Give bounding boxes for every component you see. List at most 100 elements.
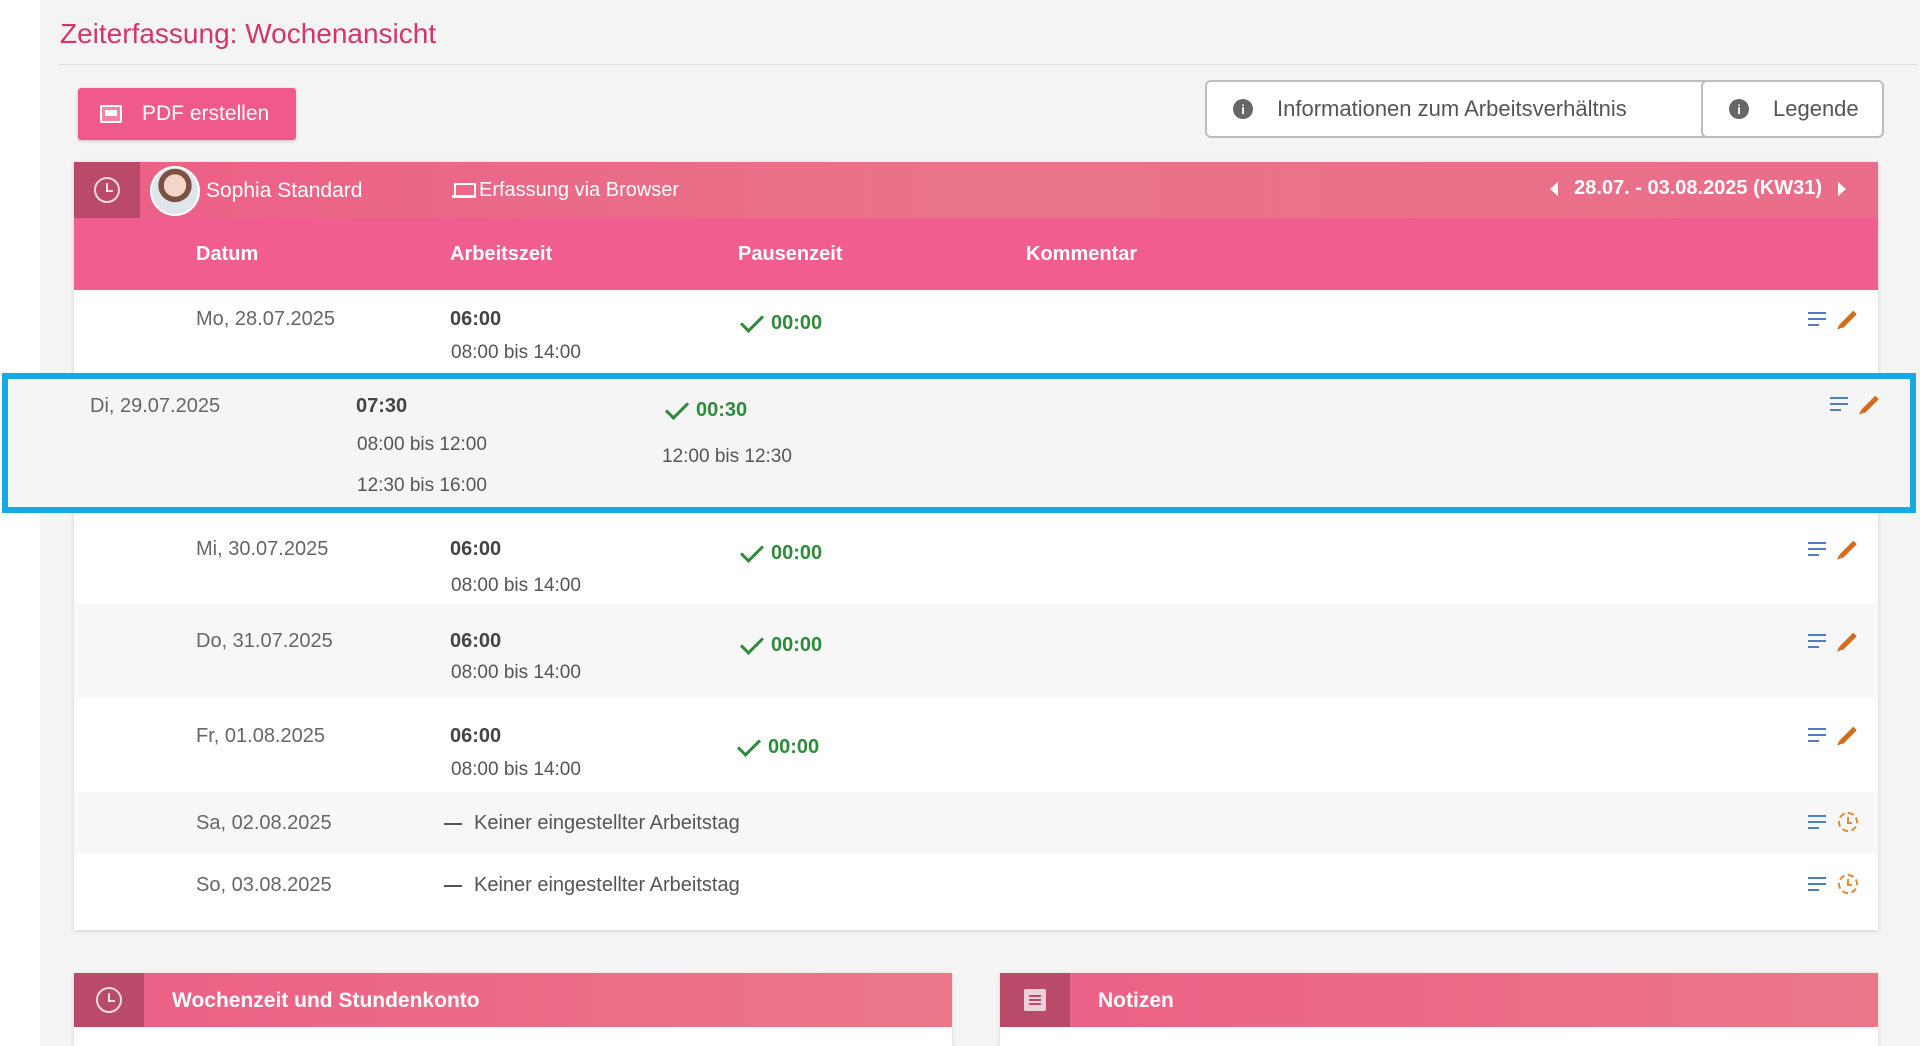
avatar (150, 166, 200, 216)
row-actions (1808, 874, 1858, 894)
dash-icon (444, 884, 462, 887)
pencil-icon[interactable] (1839, 310, 1857, 328)
row-work-time: 06:00 (450, 308, 502, 330)
row-time-range: 08:00 bis 14:00 (451, 342, 581, 363)
pencil-icon[interactable] (1861, 395, 1879, 413)
row-date: Mi, 30.07.2025 (196, 538, 329, 560)
employment-info-label: Informationen zum Arbeitsverhältnis (1277, 96, 1627, 121)
pdf-create-button[interactable]: PDF erstellen (78, 88, 296, 140)
week-range: 28.07. - 03.08.2025 (KW31) (1574, 177, 1822, 199)
row-pause: 00:00 (739, 538, 822, 565)
comment-lines-icon[interactable] (1808, 877, 1826, 891)
column-comment: Kommentar (1026, 243, 1138, 265)
notes-title: Notizen (1098, 989, 1174, 1012)
row-date: Di, 29.07.2025 (90, 395, 221, 417)
comment-lines-icon[interactable] (1808, 815, 1826, 829)
row-note-text: Keiner eingestellter Arbeitstag (474, 874, 740, 896)
weekly-hours-title: Wochenzeit und Stundenkonto (172, 989, 480, 1012)
dash-icon (444, 822, 462, 825)
row-work-time: 07:30 (356, 395, 408, 417)
weekly-hours-panel: Wochenzeit und Stundenkonto (74, 973, 952, 1046)
check-icon (739, 538, 765, 563)
row-actions (1808, 632, 1858, 650)
info-icon: i (1233, 99, 1253, 119)
pdf-create-label: PDF erstellen (142, 102, 270, 125)
info-icon: i (1729, 99, 1749, 119)
chevron-left-icon[interactable] (1550, 181, 1559, 196)
row-date: Mo, 28.07.2025 (196, 308, 335, 330)
row-note: Keiner eingestellter Arbeitstag (444, 874, 740, 897)
row-pause: 00:00 (739, 630, 822, 657)
row-pause: 00:00 (736, 732, 820, 759)
row-pause-value: 00:00 (771, 312, 823, 334)
row-work-time: 06:00 (450, 538, 502, 560)
row-date: Fr, 01.08.2025 (196, 725, 325, 747)
clock-icon (94, 177, 120, 203)
clock-small-icon[interactable] (1838, 874, 1858, 894)
row-time-range: 08:00 bis 14:00 (451, 575, 581, 596)
comment-lines-icon[interactable] (1808, 728, 1826, 742)
table-row-highlighted: Di, 29.07.2025 07:30 08:00 bis 12:00 12:… (2, 373, 1916, 513)
row-actions (1830, 395, 1880, 413)
check-icon (664, 395, 690, 420)
notes-panel: Notizen (1000, 973, 1878, 1046)
row-pause: 00:00 (739, 308, 823, 335)
table-row: Mi, 30.07.2025 06:00 08:00 bis 14:00 00:… (74, 514, 1878, 604)
chevron-right-icon[interactable] (1838, 181, 1846, 196)
check-icon (736, 732, 762, 757)
row-time-range: 12:30 bis 16:00 (357, 475, 487, 496)
column-date: Datum (196, 243, 259, 265)
pencil-icon[interactable] (1839, 632, 1857, 650)
table-row: Do, 31.07.2025 06:00 08:00 bis 14:00 00:… (74, 604, 1878, 698)
panel-icon-box (74, 973, 144, 1027)
row-actions (1808, 310, 1858, 328)
table-row: So, 03.08.2025 Keiner eingestellter Arbe… (74, 854, 1878, 916)
row-actions (1808, 812, 1858, 832)
row-note-text: Keiner eingestellter Arbeitstag (474, 812, 740, 834)
notes-header: Notizen (1000, 973, 1878, 1027)
week-navigation: 28.07. - 03.08.2025 (KW31) (1550, 177, 1846, 200)
row-pause-value: 00:00 (768, 736, 820, 758)
table-row: Mo, 28.07.2025 06:00 08:00 bis 14:00 00:… (74, 290, 1878, 372)
user-name: Sophia Standard (206, 179, 363, 202)
column-work: Arbeitszeit (450, 243, 553, 265)
pdf-icon (100, 105, 122, 123)
row-actions (1808, 540, 1858, 558)
table-row: Fr, 01.08.2025 06:00 08:00 bis 14:00 00:… (74, 698, 1878, 792)
row-date: Do, 31.07.2025 (196, 630, 333, 652)
row-actions (1808, 726, 1858, 744)
page: Zeiterfassung: Wochenansicht PDF erstell… (40, 0, 1920, 1046)
row-date: So, 03.08.2025 (196, 874, 332, 896)
row-pause: 00:30 (664, 395, 748, 422)
row-time-range: 08:00 bis 14:00 (451, 662, 581, 683)
table-header: Datum Arbeitszeit Pausenzeit Kommentar (74, 218, 1878, 290)
clock-icon (96, 987, 122, 1013)
capture-mode: Erfassung via Browser (479, 179, 680, 201)
table-row: Sa, 02.08.2025 Keiner eingestellter Arbe… (74, 792, 1878, 854)
week-card: Sophia Standard Erfassung via Browser 28… (74, 162, 1878, 930)
comment-lines-icon[interactable] (1808, 542, 1826, 556)
row-note: Keiner eingestellter Arbeitstag (444, 812, 740, 835)
title-divider (58, 64, 1918, 65)
clock-small-icon[interactable] (1838, 812, 1858, 832)
legend-button[interactable]: i Legende (1701, 80, 1884, 138)
row-date: Sa, 02.08.2025 (196, 812, 332, 834)
comment-lines-icon[interactable] (1808, 634, 1826, 648)
left-strip (0, 0, 40, 1046)
pencil-icon[interactable] (1839, 726, 1857, 744)
panel-icon-box (1000, 973, 1070, 1027)
row-pause-value: 00:30 (696, 399, 748, 421)
check-icon (739, 630, 765, 655)
comment-lines-icon[interactable] (1808, 312, 1826, 326)
employment-info-button[interactable]: i Informationen zum Arbeitsverhältnis (1205, 80, 1718, 138)
pencil-icon[interactable] (1839, 540, 1857, 558)
laptop-icon (452, 183, 476, 198)
row-time-range: 08:00 bis 12:00 (357, 434, 487, 455)
page-title: Zeiterfassung: Wochenansicht (60, 18, 437, 49)
legend-label: Legende (1773, 96, 1859, 121)
row-work-time: 06:00 (450, 725, 502, 747)
note-icon (1024, 989, 1046, 1011)
row-work-time: 06:00 (450, 630, 502, 652)
row-pause-range: 12:00 bis 12:30 (662, 446, 792, 467)
comment-lines-icon[interactable] (1830, 397, 1848, 411)
